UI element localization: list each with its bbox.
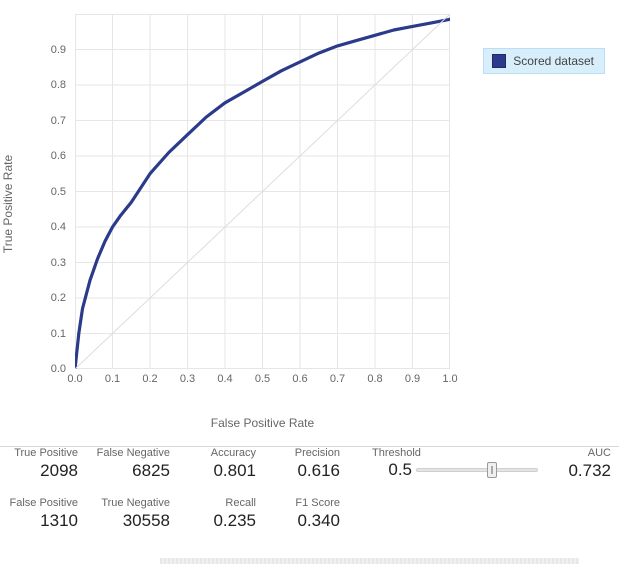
y-axis-label: True Positive Rate xyxy=(1,155,15,253)
legend-swatch xyxy=(492,54,506,68)
roc-svg xyxy=(75,14,450,369)
y-axis-ticks: 0.0 0.1 0.2 0.3 0.4 0.5 0.6 0.7 0.8 0.9 xyxy=(30,14,72,369)
legend: Scored dataset xyxy=(483,48,605,74)
threshold-slider[interactable] xyxy=(416,461,538,479)
metric-true-positive: True Positive 2098 xyxy=(0,447,78,481)
metric-auc: AUC 0.732 xyxy=(561,447,611,481)
threshold-value: 0.5 xyxy=(372,460,412,480)
slider-thumb[interactable] xyxy=(487,462,497,478)
metrics-panel: True Positive 2098 False Negative 6825 A… xyxy=(0,446,619,457)
roc-chart: True Positive Rate 0.0 0.1 0.2 0.3 0.4 0… xyxy=(30,14,450,394)
metric-false-negative: False Negative 6825 xyxy=(84,447,170,481)
metric-true-negative: True Negative 30558 xyxy=(84,497,170,531)
metric-accuracy: Accuracy 0.801 xyxy=(186,447,256,481)
footer-decoration xyxy=(160,558,579,564)
metric-precision: Precision 0.616 xyxy=(270,447,340,481)
metric-false-positive: False Positive 1310 xyxy=(0,497,78,531)
slider-track xyxy=(416,468,538,472)
legend-label: Scored dataset xyxy=(513,54,594,68)
x-axis-label: False Positive Rate xyxy=(75,416,450,430)
x-axis-ticks: 0.0 0.1 0.2 0.3 0.4 0.5 0.6 0.7 0.8 0.9 … xyxy=(75,369,450,385)
metric-threshold: Threshold 0.5 xyxy=(372,447,557,480)
metric-f1: F1 Score 0.340 xyxy=(270,497,340,531)
plot-area xyxy=(75,14,450,369)
metric-recall: Recall 0.235 xyxy=(186,497,256,531)
